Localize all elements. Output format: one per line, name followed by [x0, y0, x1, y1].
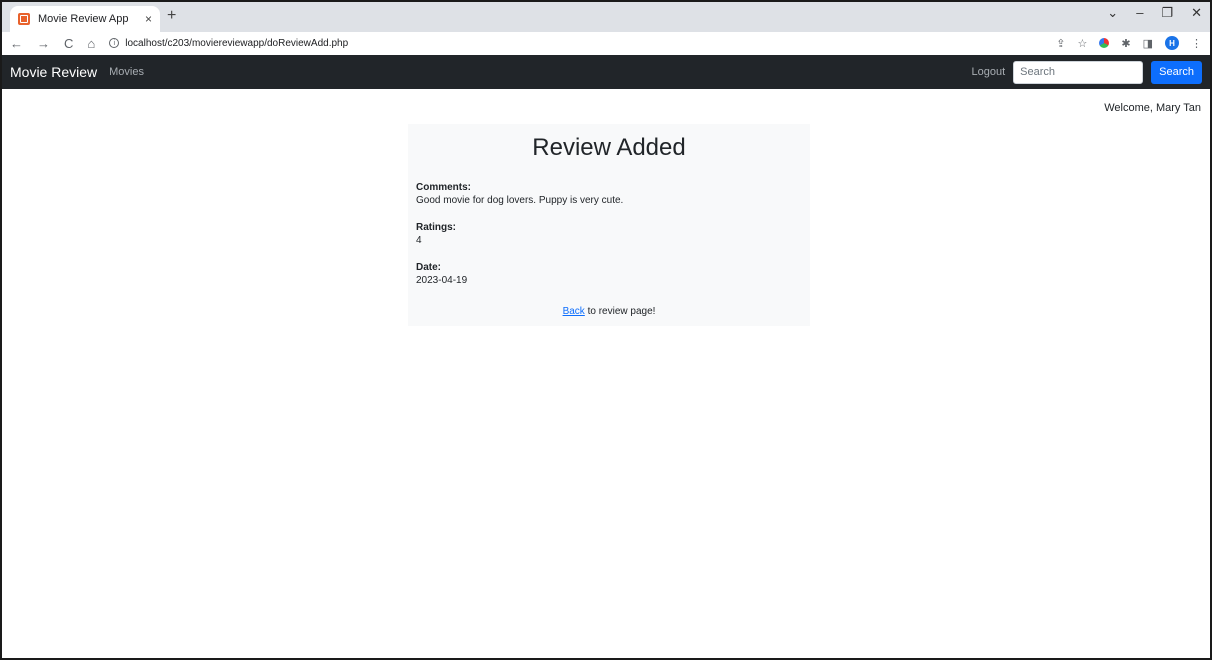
search-input[interactable]: [1013, 60, 1144, 84]
close-window-icon[interactable]: ✕: [1191, 5, 1202, 21]
profile-avatar[interactable]: H: [1165, 36, 1179, 50]
page-title: Review Added: [532, 134, 686, 161]
forward-arrow-icon[interactable]: →: [37, 36, 50, 51]
window-controls: ⌄ – ❐ ✕: [1107, 5, 1202, 21]
minimize-icon[interactable]: –: [1136, 5, 1143, 21]
menu-dots-icon[interactable]: ⋮: [1191, 37, 1202, 50]
site-navbar: Movie Review Movies Logout Search: [2, 55, 1210, 89]
browser-nav-buttons: ← → C ⌂: [10, 36, 95, 51]
site-info-icon[interactable]: i: [109, 38, 120, 48]
address-bar-row: ← → C ⌂ i localhost/c203/moviereviewapp/…: [2, 32, 1210, 54]
tab-search-chevron-icon[interactable]: ⌄: [1107, 5, 1118, 21]
new-tab-icon[interactable]: +: [167, 7, 176, 25]
review-added-card: Review Added Comments: Good movie for do…: [408, 124, 810, 326]
url-bar[interactable]: i localhost/c203/moviereviewapp/doReview…: [109, 38, 1056, 49]
comments-value: Good movie for dog lovers. Puppy is very…: [416, 195, 624, 206]
side-panel-icon[interactable]: ◨: [1143, 37, 1153, 50]
back-line: Back to review page!: [408, 306, 810, 317]
ratings-value: 4: [416, 235, 422, 246]
tab-title: Movie Review App: [38, 13, 129, 25]
extension-color-icon[interactable]: [1099, 38, 1110, 48]
welcome-message: Welcome, Mary Tan: [1104, 102, 1201, 114]
date-label: Date:: [416, 262, 442, 273]
restore-icon[interactable]: ❐: [1161, 5, 1173, 21]
app-favicon-icon: [18, 13, 30, 25]
reload-icon[interactable]: C: [64, 36, 73, 51]
date-value: 2023-04-19: [416, 275, 468, 286]
logout-link[interactable]: Logout: [971, 66, 1005, 78]
ratings-field: Ratings: 4: [408, 222, 810, 248]
date-field: Date: 2023-04-19: [408, 262, 810, 288]
tab-strip: Movie Review App × + ⌄ – ❐ ✕: [2, 2, 1210, 32]
nav-movies-link[interactable]: Movies: [109, 66, 144, 78]
bookmark-star-icon[interactable]: ☆: [1078, 37, 1088, 50]
navbar-right: Logout Search: [971, 60, 1202, 84]
extensions-puzzle-icon[interactable]: ✱: [1121, 37, 1130, 50]
brand-link[interactable]: Movie Review: [10, 64, 97, 80]
browser-window: Movie Review App × + ⌄ – ❐ ✕ ← → C ⌂ i l…: [0, 0, 1212, 660]
tab-close-icon[interactable]: ×: [145, 12, 152, 26]
share-icon[interactable]: ⇪: [1056, 37, 1065, 50]
browser-tab[interactable]: Movie Review App ×: [10, 6, 160, 32]
url-text: localhost/c203/moviereviewapp/doReviewAd…: [125, 37, 349, 49]
extension-icons: ⇪ ☆ ✱ ◨ H ⋮: [1056, 36, 1202, 50]
back-link[interactable]: Back: [563, 306, 585, 317]
comments-label: Comments:: [416, 182, 472, 193]
back-line-text: to review page!: [584, 306, 656, 317]
back-arrow-icon[interactable]: ←: [10, 36, 23, 51]
comments-field: Comments: Good movie for dog lovers. Pup…: [408, 182, 810, 208]
ratings-label: Ratings:: [416, 222, 456, 233]
search-button[interactable]: Search: [1151, 60, 1202, 84]
home-icon[interactable]: ⌂: [87, 36, 95, 51]
